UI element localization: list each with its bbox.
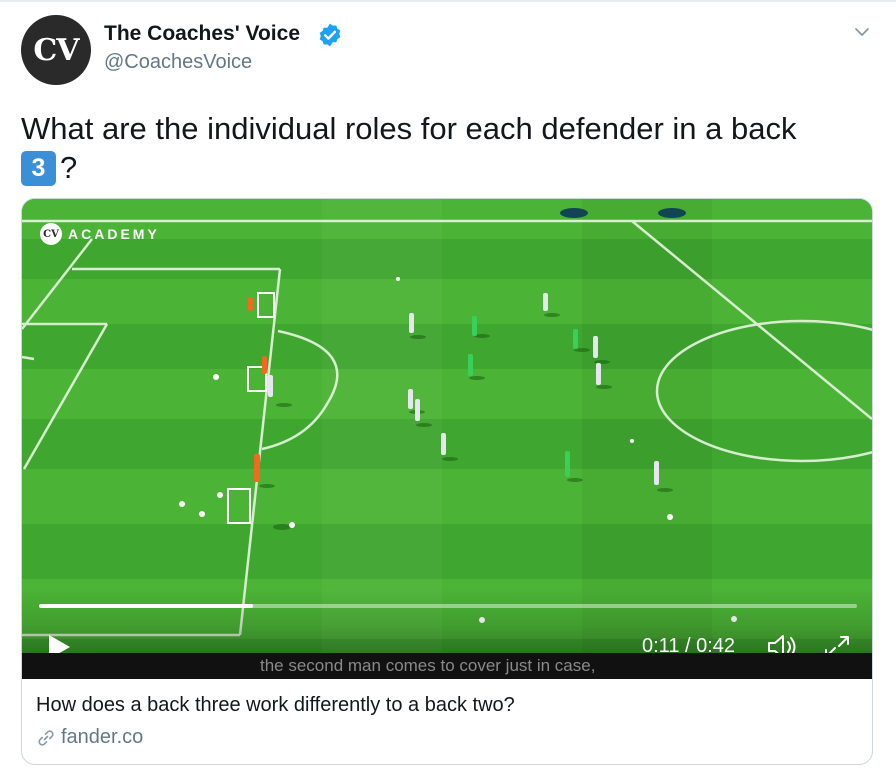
link-card[interactable]: CV ACADEMY 0:11 / 0:42 the second man co… bbox=[21, 198, 873, 765]
video-player[interactable]: CV ACADEMY 0:11 / 0:42 the second man co… bbox=[22, 199, 872, 679]
academy-logo: CV bbox=[40, 223, 62, 245]
academy-brand: CV ACADEMY bbox=[40, 223, 160, 245]
author-handle[interactable]: @CoachesVoice bbox=[104, 51, 252, 74]
video-subtitle: the second man comes to cover just in ca… bbox=[260, 656, 596, 675]
keycap-3-emoji: 3 bbox=[21, 150, 56, 186]
video-subtitle-bar: the second man comes to cover just in ca… bbox=[22, 653, 872, 679]
link-icon bbox=[38, 729, 54, 746]
avatar-logo-text: CV bbox=[33, 32, 79, 68]
verified-badge-icon bbox=[319, 23, 341, 47]
top-divider bbox=[0, 0, 896, 2]
academy-brand-text: ACADEMY bbox=[68, 226, 160, 242]
tweet-text: What are the individual roles for each d… bbox=[21, 111, 797, 146]
chevron-down-icon[interactable] bbox=[852, 22, 872, 42]
card-link-domain: fander.co bbox=[61, 726, 144, 748]
tweet-text-line2: 3 ? bbox=[21, 149, 77, 187]
progress-fill bbox=[39, 604, 254, 608]
author-name[interactable]: The Coaches' Voice bbox=[104, 22, 300, 46]
card-link[interactable]: fander.co bbox=[36, 726, 143, 749]
tweet-text-suffix: ? bbox=[60, 150, 78, 185]
card-title[interactable]: How does a back three work differently t… bbox=[36, 694, 515, 717]
progress-bar[interactable] bbox=[39, 604, 857, 608]
avatar[interactable]: CV bbox=[21, 15, 91, 85]
